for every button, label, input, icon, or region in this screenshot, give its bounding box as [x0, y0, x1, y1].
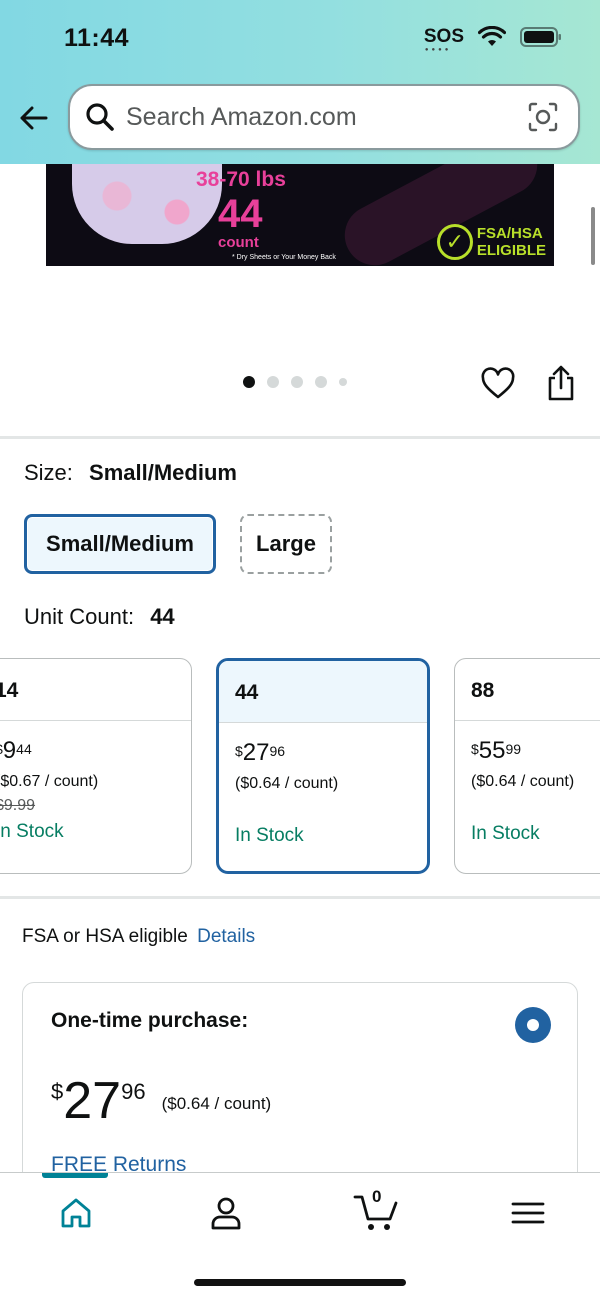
- unit-option-price: $ 55 99: [471, 739, 600, 763]
- unit-option-stock: In Stock: [0, 821, 64, 842]
- search-icon: [86, 103, 114, 131]
- unit-option-per-count: ($0.64 / count): [471, 773, 575, 790]
- badge-line2: ELIGIBLE: [476, 242, 546, 259]
- search-bar[interactable]: [68, 84, 580, 150]
- unit-option-stock: In Stock: [235, 825, 304, 846]
- purchase-per-count: ($0.64 / count): [161, 1094, 272, 1113]
- banner-count-label: count: [218, 234, 259, 251]
- price-fraction: 96: [121, 1079, 146, 1104]
- unit-count-selected-value: 44: [150, 604, 175, 629]
- price-fraction: 99: [505, 741, 522, 757]
- search-input[interactable]: [126, 102, 526, 132]
- banner-weight: 38-70 lbs: [196, 168, 286, 191]
- unit-count-label: Unit Count: 44: [24, 604, 175, 630]
- unit-option-count: 88: [455, 659, 600, 721]
- unit-count-label-text: Unit Count:: [24, 604, 135, 629]
- nav-active-indicator: [42, 1173, 108, 1178]
- back-arrow-icon[interactable]: [14, 98, 54, 138]
- header: 11:44 SOS ●●●●: [0, 0, 600, 164]
- fsa-badge-text: FSA/HSA ELIGIBLE: [477, 225, 546, 259]
- price-whole: 27: [242, 739, 270, 766]
- share-icon[interactable]: [544, 364, 578, 402]
- checkmark-icon: ✓: [436, 224, 473, 260]
- sos-label: SOS: [423, 26, 464, 47]
- cart-count: 0: [372, 1187, 382, 1206]
- fsa-eligibility: FSA or HSA eligible Details: [22, 926, 255, 948]
- product-image[interactable]: 38-70 lbs 44 count * Dry Sheets or Your …: [46, 164, 554, 266]
- size-selected-value: Small/Medium: [89, 460, 237, 485]
- purchase-title: One-time purchase:: [51, 1009, 249, 1032]
- bottom-nav: 0: [0, 1172, 600, 1298]
- home-indicator-bar: [194, 1279, 406, 1286]
- unit-option-count: 44: [219, 661, 427, 723]
- price-symbol: $: [235, 743, 243, 759]
- price-whole: 27: [63, 1072, 122, 1130]
- price-symbol: $: [471, 741, 479, 757]
- unit-option-price: $ 9 44: [0, 739, 191, 763]
- price-fraction: 44: [16, 741, 32, 757]
- home-icon[interactable]: [56, 1193, 96, 1233]
- wifi-icon: [478, 26, 506, 46]
- battery-icon: [520, 27, 561, 47]
- section-divider: [0, 896, 600, 899]
- unit-option-per-count: ($0.67 / count): [0, 773, 99, 790]
- unit-option-count: 14: [0, 659, 191, 721]
- status-time: 11:44: [64, 24, 130, 52]
- size-label: Size:: [24, 460, 73, 485]
- unit-option-price: $ 27 96: [235, 741, 427, 765]
- unit-option-card-88[interactable]: 88 $ 55 99 ($0.64 / count) In Stock: [454, 658, 600, 874]
- unit-option-card-14[interactable]: 14 $ 9 44 ($0.67 / count) $9.99 In Stock: [0, 658, 192, 874]
- price-whole: 9: [2, 737, 17, 764]
- size-option-large[interactable]: Large: [240, 514, 332, 574]
- size-selector-label: Size: Small/Medium: [24, 460, 237, 486]
- unit-option-list-price: $9.99: [0, 797, 36, 814]
- size-option-small-medium[interactable]: Small/Medium: [24, 514, 216, 574]
- menu-icon[interactable]: [508, 1193, 548, 1233]
- price-whole: 55: [478, 737, 506, 764]
- section-divider: [0, 436, 600, 439]
- account-icon[interactable]: [206, 1193, 246, 1233]
- carousel-dot[interactable]: [291, 376, 303, 388]
- banner-count-number: 44: [218, 192, 263, 236]
- camera-scan-icon[interactable]: [526, 100, 560, 134]
- carousel-dot[interactable]: [315, 376, 327, 388]
- fsa-text: FSA or HSA eligible: [22, 926, 188, 947]
- unit-option-stock: In Stock: [471, 823, 540, 844]
- scroll-indicator: [591, 207, 595, 265]
- purchase-price: $ 27 96 ($0.64 / count): [51, 1075, 271, 1127]
- product-page: 11:44 SOS ●●●● Search Amazon.com 38-70 l…: [0, 0, 600, 1298]
- one-time-purchase-box[interactable]: One-time purchase: $ 27 96 ($0.64 / coun…: [22, 982, 578, 1202]
- badge-line1: FSA/HSA: [476, 225, 543, 242]
- unit-option-card-44[interactable]: 44 $ 27 96 ($0.64 / count) In Stock: [216, 658, 430, 874]
- sos-indicator: SOS ●●●●: [423, 26, 464, 53]
- cart-button[interactable]: 0: [352, 1187, 400, 1233]
- signal-dots-icon: ●●●●: [424, 47, 452, 53]
- image-carousel-dots[interactable]: [243, 376, 347, 388]
- heart-icon[interactable]: [480, 366, 516, 402]
- carousel-dot[interactable]: [243, 376, 255, 388]
- unit-option-per-count: ($0.64 / count): [235, 775, 339, 792]
- carousel-dot[interactable]: [267, 376, 279, 388]
- carousel-dot[interactable]: [339, 378, 347, 386]
- purchase-radio-selected[interactable]: [515, 1007, 551, 1043]
- price-fraction: 96: [269, 743, 286, 759]
- fsa-hsa-badge: ✓ FSA/HSA ELIGIBLE: [436, 224, 546, 260]
- fsa-details-link[interactable]: Details: [197, 926, 255, 947]
- status-icons: SOS ●●●●: [423, 26, 562, 53]
- price-symbol: $: [51, 1079, 64, 1104]
- banner-fine-print: * Dry Sheets or Your Money Back: [232, 254, 336, 261]
